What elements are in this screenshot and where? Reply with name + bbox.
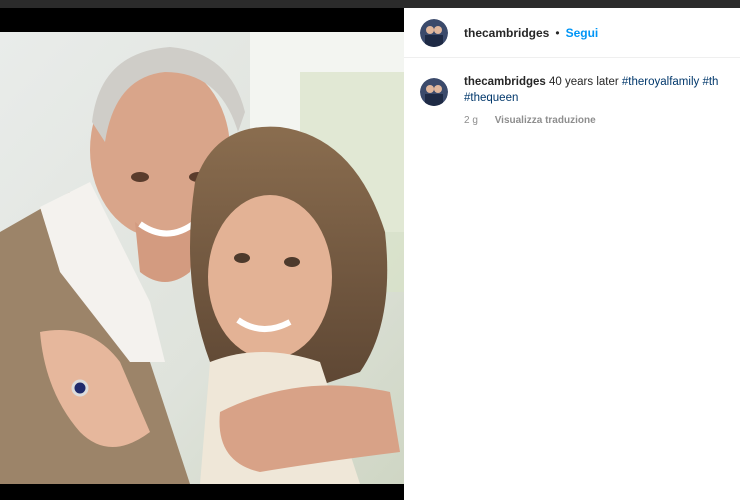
caption-text: 40 years later — [549, 76, 619, 88]
post-photo[interactable] — [0, 32, 404, 484]
separator-dot: • — [555, 25, 560, 40]
post-media-pane — [0, 8, 404, 500]
translate-link[interactable]: Visualizza traduzione — [495, 115, 596, 126]
hashtag-link[interactable]: #th — [702, 76, 718, 88]
hashtag-link[interactable]: #theroyalfamily — [622, 76, 699, 88]
post-header: thecambridges • Segui — [404, 8, 740, 58]
post-time: 2 g — [464, 115, 478, 126]
browser-top-strip — [0, 0, 740, 8]
caption-comment: thecambridges 40 years later #theroyalfa… — [404, 58, 740, 129]
avatar-icon[interactable] — [420, 18, 448, 47]
header-username[interactable]: thecambridges — [464, 26, 549, 40]
hashtag-link[interactable]: #thequeen — [464, 92, 518, 104]
caption-username[interactable]: thecambridges — [464, 76, 546, 88]
caption-body: thecambridges 40 years later #theroyalfa… — [464, 74, 724, 129]
couple-photo-illustration — [0, 32, 404, 484]
follow-button[interactable]: Segui — [566, 26, 599, 40]
caption-meta: 2 g Visualizza traduzione — [464, 113, 724, 129]
post-sidebar: thecambridges • Segui thecambridges 40 y… — [404, 8, 740, 500]
avatar-icon[interactable] — [420, 78, 448, 106]
